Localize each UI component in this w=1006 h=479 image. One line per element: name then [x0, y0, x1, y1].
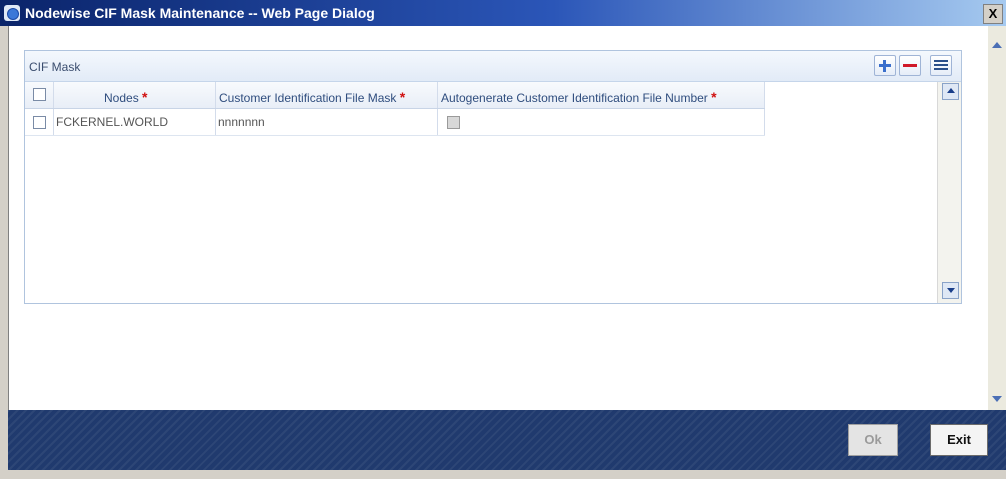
- window-scrollbar[interactable]: [988, 26, 1006, 410]
- single-view-button[interactable]: [930, 55, 952, 76]
- scroll-up-icon[interactable]: [990, 38, 1004, 52]
- exit-button[interactable]: Exit: [930, 424, 988, 456]
- mask-cell[interactable]: nnnnnnn: [216, 109, 438, 135]
- required-marker: *: [711, 89, 717, 105]
- grid-scroll-down-icon[interactable]: [942, 282, 959, 299]
- header-select-cell: [25, 82, 54, 108]
- window-title: Nodewise CIF Mask Maintenance -- Web Pag…: [25, 5, 375, 21]
- ok-button[interactable]: Ok: [848, 424, 898, 456]
- add-row-button[interactable]: [874, 55, 896, 76]
- header-autogenerate-label: Autogenerate Customer Identification Fil…: [441, 91, 708, 105]
- grid-scroll-up-icon[interactable]: [942, 83, 959, 100]
- header-nodes-label: Nodes: [104, 91, 139, 105]
- grid-header-row: Nodes * Customer Identification File Mas…: [25, 82, 765, 109]
- close-button[interactable]: X: [983, 4, 1003, 24]
- select-all-checkbox[interactable]: [33, 88, 46, 101]
- dialog-footer: Ok Exit: [8, 410, 1006, 470]
- header-autogenerate: Autogenerate Customer Identification Fil…: [438, 82, 765, 108]
- header-cif-mask-label: Customer Identification File Mask: [219, 91, 397, 105]
- header-cif-mask: Customer Identification File Mask *: [216, 82, 438, 108]
- panel-title: CIF Mask: [29, 60, 81, 74]
- header-nodes: Nodes *: [54, 82, 216, 108]
- table-row[interactable]: FCKERNEL.WORLD nnnnnnn: [25, 109, 765, 136]
- cif-mask-panel: CIF Mask Nodes * Customer Identification…: [24, 50, 962, 304]
- ie-page-icon: [4, 5, 20, 21]
- required-marker: *: [399, 89, 406, 105]
- cif-mask-grid: Nodes * Customer Identification File Mas…: [25, 82, 937, 303]
- row-select-checkbox[interactable]: [33, 116, 46, 129]
- autogenerate-checkbox: [447, 116, 460, 129]
- node-value: FCKERNEL.WORLD: [56, 115, 169, 129]
- panel-header: CIF Mask: [25, 51, 961, 82]
- row-select-cell: [25, 109, 54, 135]
- title-bar: Nodewise CIF Mask Maintenance -- Web Pag…: [0, 0, 1006, 26]
- grid-scrollbar[interactable]: [937, 82, 961, 303]
- delete-row-button[interactable]: [899, 55, 921, 76]
- autogenerate-cell: [438, 109, 765, 135]
- mask-value: nnnnnnn: [218, 115, 265, 129]
- minus-icon: [903, 64, 917, 67]
- window-bottom-edge: [0, 470, 1006, 479]
- required-marker: *: [142, 89, 148, 105]
- scroll-down-icon[interactable]: [990, 392, 1004, 406]
- node-cell[interactable]: FCKERNEL.WORLD: [54, 109, 216, 135]
